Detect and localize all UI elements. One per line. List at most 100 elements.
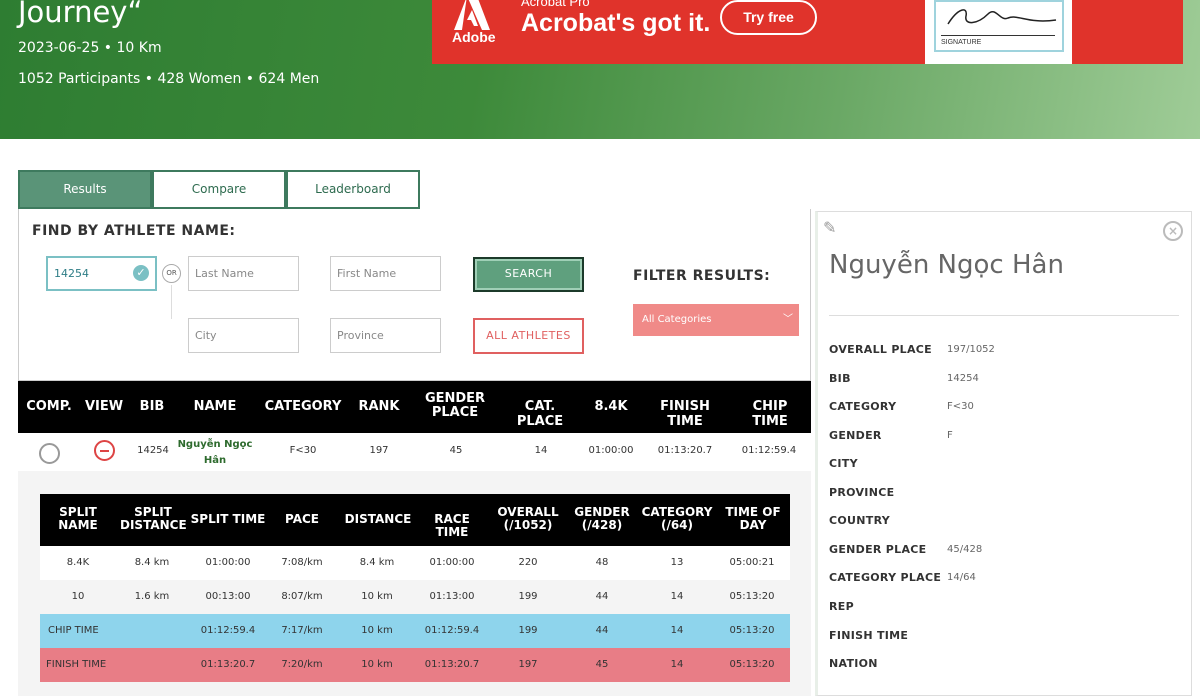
tab-leaderboard[interactable]: Leaderboard <box>286 170 420 209</box>
city-input[interactable]: City <box>188 318 299 353</box>
split-pace: 7:08/km <box>281 557 323 568</box>
split-time: 01:00:00 <box>205 557 251 568</box>
split-total-distance: 8.4 km <box>359 557 395 568</box>
find-athlete-heading: FIND BY ATHLETE NAME: <box>32 223 236 239</box>
ad-product: Acrobat Pro <box>521 0 590 9</box>
label-nation: NATION <box>829 657 878 670</box>
or-line <box>171 285 172 319</box>
split-category: 14 <box>670 625 684 636</box>
first-name-input[interactable]: First Name <box>330 256 441 291</box>
last-name-input[interactable]: Last Name <box>188 256 299 291</box>
split-category: 14 <box>670 591 684 602</box>
split-total-distance: 10 km <box>361 625 393 636</box>
split-overall: 197 <box>518 659 538 670</box>
split-overall: 220 <box>518 557 538 568</box>
label-category-place: CATEGORY PLACE <box>829 571 942 584</box>
split-total-distance: 10 km <box>361 591 393 602</box>
value-bib: 14254 <box>947 373 979 384</box>
results-table-header: COMP. VIEW BIB NAME CATEGORY RANK GENDER… <box>18 381 811 433</box>
split-race-time: 01:13:00 <box>429 591 475 602</box>
value-overall-place: 197/1052 <box>947 344 995 355</box>
col-cat-place: CAT. PLACE <box>516 399 564 429</box>
compare-radio[interactable] <box>39 443 60 464</box>
col-chip-time: CHIP TIME <box>752 399 788 429</box>
check-icon: ✓ <box>133 265 149 281</box>
tab-results[interactable]: Results <box>18 170 152 209</box>
participants-summary: 1052 Participants • 428 Women • 624 Men <box>18 71 320 87</box>
signature-card: SIGNATURE <box>925 0 1072 64</box>
label-gender-place: GENDER PLACE <box>829 543 927 556</box>
split-gender: 44 <box>595 625 609 636</box>
search-button[interactable]: SEARCH <box>473 257 584 292</box>
table-row[interactable]: 14254 Nguyễn Ngọc Hân F<30 197 45 14 01:0… <box>18 433 811 471</box>
search-panel: FIND BY ATHLETE NAME: 14254 ✓ OR Last Na… <box>18 209 811 381</box>
split-gender: 45 <box>595 659 609 670</box>
value-category-place: 14/64 <box>947 572 976 583</box>
signature-box: SIGNATURE <box>934 0 1064 52</box>
row-chip-time: 01:12:59.4 <box>741 445 797 456</box>
split-time: 01:12:59.4 <box>200 625 256 636</box>
signature-scribble-icon <box>947 9 1057 25</box>
split-name: 8.4K <box>66 557 90 568</box>
value-category: F<30 <box>947 401 974 412</box>
col-split-8-4k: 8.4K <box>594 399 628 414</box>
results-tabs: Results Compare Leaderboard <box>18 170 420 209</box>
col-name: NAME <box>193 399 237 414</box>
collapse-view-icon[interactable] <box>94 440 115 461</box>
row-gender-place: 45 <box>449 445 463 456</box>
split-row: 10 1.6 km 00:13:00 8:07/km 10 km 01:13:0… <box>40 580 790 614</box>
split-row: 8.4K 8.4 km 01:00:00 7:08/km 8.4 km 01:0… <box>40 546 790 580</box>
finish-time-row: FINISH TIME 01:13:20.7 7:20/km 10 km 01:… <box>40 648 790 682</box>
split-race-time: 01:13:20.7 <box>424 659 480 670</box>
split-time: 01:13:20.7 <box>200 659 256 670</box>
split-pace: 7:20/km <box>281 659 323 670</box>
split-pace: 7:17/km <box>281 625 323 636</box>
col-overall: OVERALL (/1052) <box>497 505 559 532</box>
row-athlete-name[interactable]: Nguyễn Ngọc Hân <box>168 437 262 469</box>
row-cat-place: 14 <box>534 445 548 456</box>
signature-line <box>941 35 1055 36</box>
col-gender-rank: GENDER (/428) <box>574 505 630 532</box>
event-date-distance: 2023-06-25 • 10 Km <box>18 40 162 56</box>
split-overall: 199 <box>518 625 538 636</box>
all-athletes-button[interactable]: ALL ATHLETES <box>473 318 584 354</box>
label-rep: REP <box>829 600 854 613</box>
category-filter-select[interactable]: All Categories ﹀ <box>633 304 799 336</box>
value-gender-place: 45/428 <box>947 544 983 555</box>
row-split: 01:00:00 <box>588 445 634 456</box>
try-free-button[interactable]: Try free <box>720 0 817 35</box>
split-total-distance: 10 km <box>361 659 393 670</box>
or-divider: OR <box>162 264 181 283</box>
value-gender: F <box>947 430 953 441</box>
split-time-of-day: 05:00:21 <box>729 557 775 568</box>
label-city: CITY <box>829 457 858 470</box>
label-gender: GENDER <box>829 429 882 442</box>
close-icon[interactable]: × <box>1163 221 1183 241</box>
col-comp: COMP. <box>26 399 72 414</box>
province-input[interactable]: Province <box>330 318 441 353</box>
label-category: CATEGORY <box>829 400 897 413</box>
split-name: FINISH TIME <box>46 659 107 670</box>
split-category: 14 <box>670 659 684 670</box>
col-category-rank: CATEGORY (/64) <box>641 505 713 532</box>
edit-icon[interactable]: ✎ <box>823 218 836 237</box>
split-time-of-day: 05:13:20 <box>729 591 775 602</box>
split-gender: 44 <box>595 591 609 602</box>
col-category: CATEGORY <box>264 399 342 414</box>
tab-compare[interactable]: Compare <box>152 170 286 209</box>
split-distance: 8.4 km <box>134 557 170 568</box>
col-split-distance: SPLIT DISTANCE <box>120 505 187 532</box>
col-bib: BIB <box>139 399 165 414</box>
divider <box>829 315 1179 316</box>
row-rank: 197 <box>369 445 389 456</box>
col-distance: DISTANCE <box>344 512 412 526</box>
adobe-ad-banner[interactable]: Adobe Acrobat Pro Acrobat's got it. Try … <box>432 0 1183 64</box>
col-split-name: SPLIT NAME <box>58 505 98 532</box>
ad-tagline: Acrobat's got it. <box>521 9 711 37</box>
split-distance: 1.6 km <box>134 591 170 602</box>
split-time-of-day: 05:13:20 <box>729 625 775 636</box>
col-split-time: SPLIT TIME <box>190 512 266 526</box>
event-title: Journey“ <box>18 0 143 29</box>
split-category: 13 <box>670 557 684 568</box>
label-finish-time: FINISH TIME <box>829 629 909 642</box>
